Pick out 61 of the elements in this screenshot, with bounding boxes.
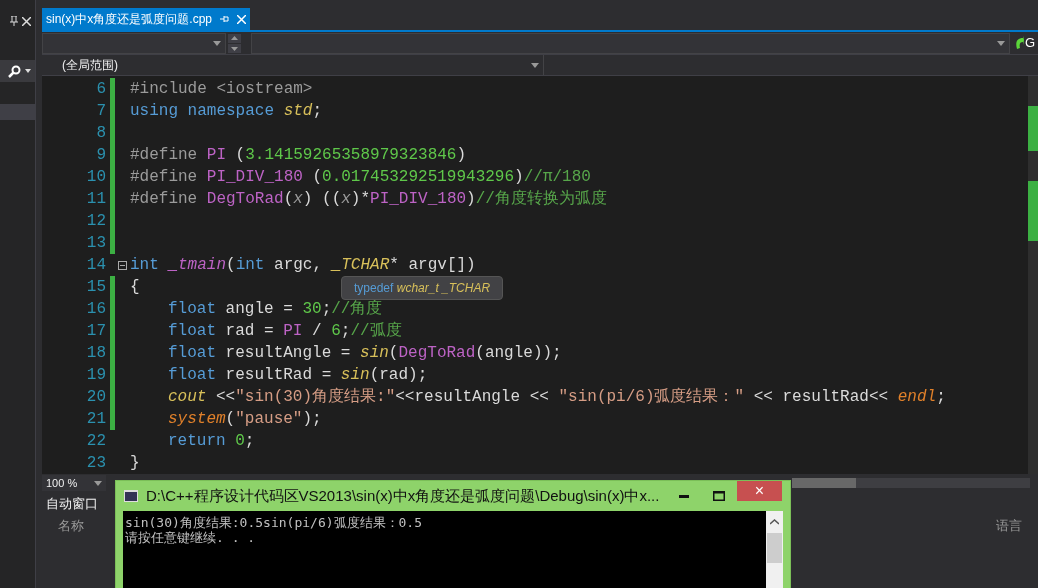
line-number: 21 <box>85 409 107 430</box>
code-line: #define PI (3.14159265358979323846) <box>130 145 467 166</box>
maximize-icon[interactable] <box>713 491 725 501</box>
code-line: #define PI_DIV_180 (0.017453292519943296)//π/180 <box>130 167 591 188</box>
line-number: 12 <box>85 211 107 232</box>
line-number: 22 <box>85 431 107 452</box>
line-number: 7 <box>95 101 107 122</box>
dropdown-arrow-icon[interactable] <box>25 69 31 73</box>
pin-icon[interactable] <box>10 16 18 26</box>
line-number: 13 <box>85 233 107 254</box>
vertical-scrollbar[interactable] <box>1028 76 1038 474</box>
code-line: float rad = PI / 6;//弧度 <box>167 320 402 342</box>
horizontal-scrollbar[interactable] <box>792 478 1030 488</box>
tooltip: typedef wchar_t _TCHAR <box>341 276 504 300</box>
line-number: 14 <box>85 255 107 276</box>
line-number: 17 <box>85 321 107 342</box>
zoom-dropdown[interactable]: 100 % <box>42 475 106 491</box>
line-number: 8 <box>95 123 107 144</box>
line-number: 9 <box>95 145 107 166</box>
collapse-icon[interactable] <box>118 260 127 270</box>
code-line: { <box>130 277 140 298</box>
code-line: #include <iostream> <box>130 79 313 100</box>
code-line: using namespace std; <box>130 101 323 122</box>
line-number: 18 <box>85 343 107 364</box>
line-number: 16 <box>85 299 107 320</box>
dropdown-arrow-icon[interactable] <box>531 62 539 68</box>
console-icon <box>124 490 138 502</box>
close-icon[interactable] <box>22 16 31 26</box>
code-line: system("pause"); <box>167 409 322 430</box>
search-icon[interactable] <box>8 64 21 78</box>
code-line: } <box>130 453 140 474</box>
code-line: #define DegToRad(x) ((x)*PI_DIV_180)//角度转换为弧度 <box>130 188 607 210</box>
code-line: float resultAngle = sin(DegToRad(angle)); <box>167 343 562 364</box>
column-header[interactable]: 名称 <box>58 516 84 536</box>
line-number: 6 <box>95 79 107 100</box>
vertical-scrollbar[interactable] <box>766 511 783 588</box>
code-line: int _tmain(int argc, _TCHAR* argv[]) <box>130 255 476 276</box>
window-title: D:\C++程序设计代码区VS2013\sin(x)中x角度还是弧度问题\Debug\sin(x)中x... <box>146 485 660 506</box>
line-number: 11 <box>85 189 107 210</box>
line-number: 10 <box>85 167 107 188</box>
minimize-icon[interactable] <box>679 494 689 498</box>
down-arrow-icon[interactable] <box>228 43 241 53</box>
console-output: sin(30)角度结果:0.5sin(pi/6)弧度结果：0.5 请按任意键继续. . . <box>123 511 766 588</box>
code-line: cout <<"sin(30)角度结果:"<<resultAngle << "sin(pi/6)弧度结果：" << resultRad<< endl; <box>167 386 946 408</box>
dropdown-arrow-icon[interactable] <box>213 40 221 46</box>
curved-arrow-icon <box>1014 36 1024 50</box>
dropdown-arrow-icon[interactable] <box>94 480 102 486</box>
line-number: 23 <box>85 453 107 474</box>
dropdown-arrow-icon[interactable] <box>997 40 1005 46</box>
close-button[interactable]: × <box>737 481 782 501</box>
go-button[interactable]: G <box>1012 32 1038 54</box>
panel-title: 自动窗口 <box>46 495 98 514</box>
up-arrow-icon[interactable] <box>228 33 241 43</box>
code-line: float angle = 30;//角度 <box>167 299 383 320</box>
line-number: 15 <box>85 277 107 298</box>
code-line: float resultRad = sin(rad); <box>167 365 428 386</box>
line-number: 19 <box>85 365 107 386</box>
line-number: 20 <box>85 387 107 408</box>
code-line: return 0; <box>167 431 255 452</box>
scope-dropdown[interactable]: (全局范围) <box>42 55 544 75</box>
column-header[interactable]: 语言 <box>996 516 1022 536</box>
